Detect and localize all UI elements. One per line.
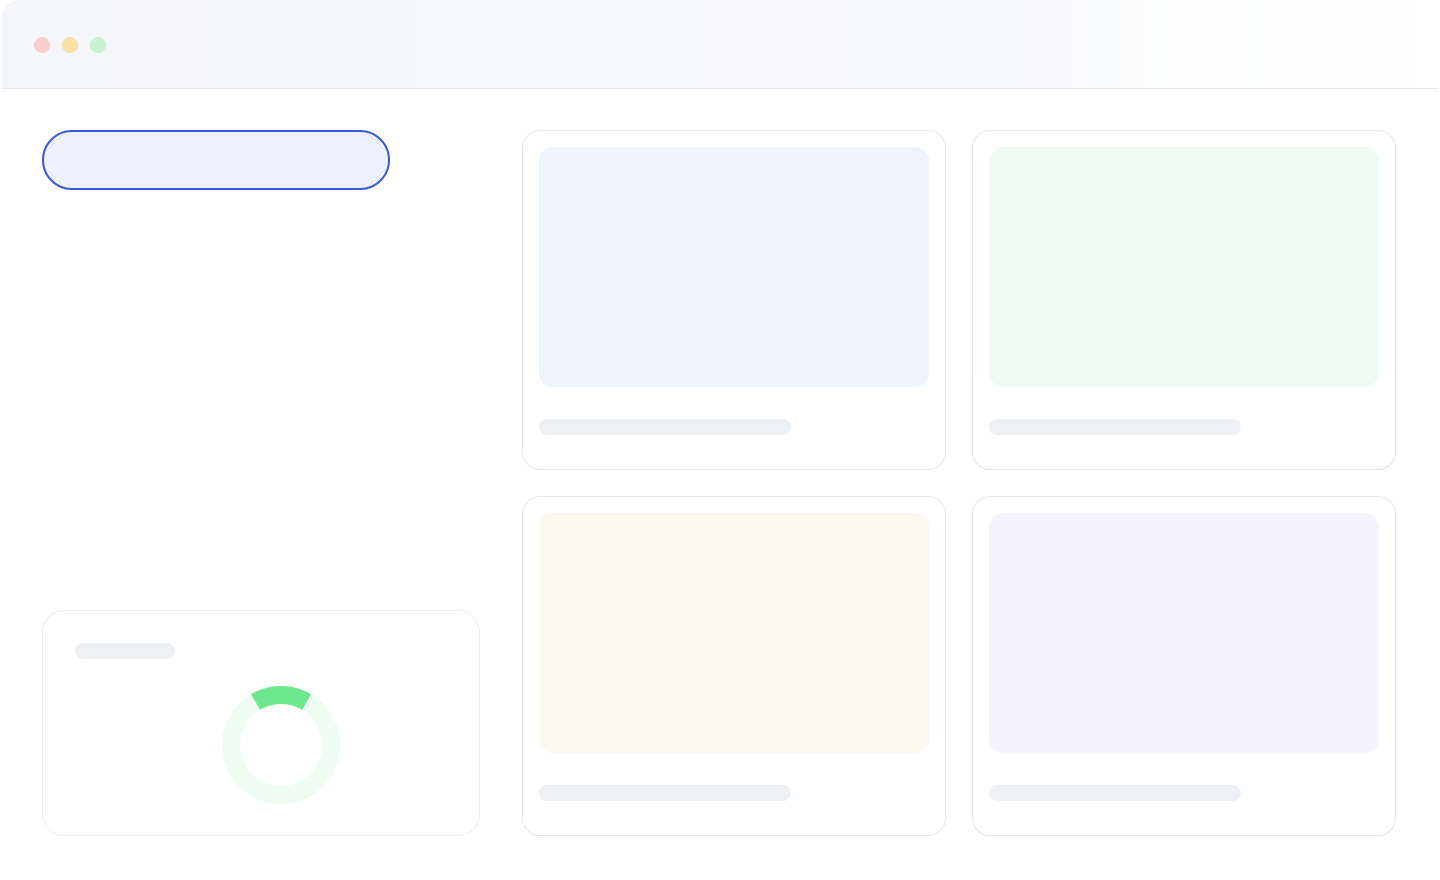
- stat-card: [42, 610, 480, 836]
- maximize-window-button[interactable]: [90, 37, 106, 53]
- progress-ring: [222, 686, 340, 805]
- content-card[interactable]: [972, 130, 1396, 470]
- content-card[interactable]: [522, 130, 946, 470]
- card-thumbnail: [539, 147, 929, 387]
- content-card[interactable]: [522, 496, 946, 836]
- card-thumbnail: [989, 147, 1379, 387]
- card-title-placeholder: [989, 785, 1241, 801]
- card-thumbnail: [539, 513, 929, 753]
- minimize-window-button[interactable]: [62, 37, 78, 53]
- content-card[interactable]: [972, 496, 1396, 836]
- card-thumbnail: [989, 513, 1379, 753]
- window-titlebar: [2, 0, 1438, 89]
- close-window-button[interactable]: [34, 37, 50, 53]
- card-title-placeholder: [989, 419, 1241, 435]
- card-title-placeholder: [539, 785, 791, 801]
- progress-ring-track: [222, 686, 340, 804]
- search-pill[interactable]: [42, 130, 390, 190]
- stat-label-placeholder: [75, 643, 175, 659]
- card-title-placeholder: [539, 419, 791, 435]
